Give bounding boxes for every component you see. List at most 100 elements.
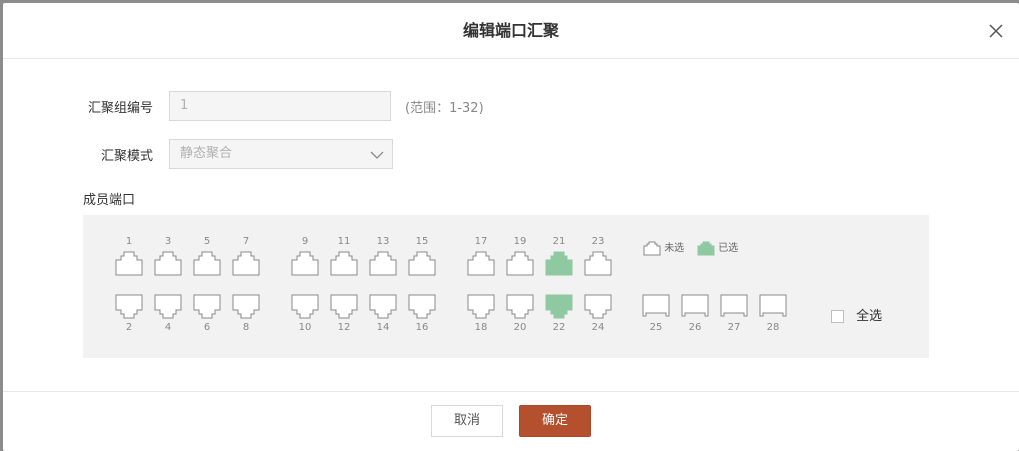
port-4[interactable]: 4: [146, 294, 190, 334]
ethernet-port-icon: [154, 294, 182, 319]
port-number: 4: [164, 322, 172, 333]
port-number: 3: [164, 236, 172, 247]
port-number: 14: [376, 322, 390, 333]
port-11[interactable]: 11: [322, 236, 366, 276]
ethernet-port-icon: [115, 294, 143, 319]
chevron-down-icon: [370, 151, 384, 159]
confirm-button[interactable]: 确定: [519, 405, 591, 437]
port-15[interactable]: 15: [400, 236, 444, 276]
ethernet-port-icon: [506, 294, 534, 319]
port-28[interactable]: 28: [751, 294, 795, 334]
select-all-checkbox[interactable]: 全选: [831, 305, 882, 324]
port-number: 22: [552, 322, 566, 333]
port-number: 11: [337, 236, 351, 247]
mode-select[interactable]: 静态聚合: [169, 139, 393, 169]
port-8[interactable]: 8: [224, 294, 268, 334]
port-27[interactable]: 27: [712, 294, 756, 334]
port-22[interactable]: 22: [537, 294, 581, 334]
ethernet-port-icon: [545, 294, 573, 319]
port-2[interactable]: 2: [107, 294, 151, 334]
port-number: 13: [376, 236, 390, 247]
port-25[interactable]: 25: [634, 294, 678, 334]
checkbox-icon[interactable]: [831, 310, 844, 323]
ethernet-port-icon: [408, 251, 436, 276]
ethernet-port-icon: [291, 251, 319, 276]
port-26[interactable]: 26: [673, 294, 717, 334]
edit-aggregation-dialog: 编辑端口汇聚 汇聚组编号 1 (范围：1-32) 汇聚模式 静态聚合 成员端口 …: [3, 3, 1019, 451]
legend-selected: 已选: [697, 239, 738, 256]
ethernet-port-icon: [545, 251, 573, 276]
ethernet-port-icon: [369, 294, 397, 319]
port-12[interactable]: 12: [322, 294, 366, 334]
legend-unselected-label: 未选: [664, 243, 685, 254]
group-number-input[interactable]: 1: [169, 91, 391, 121]
port-5[interactable]: 5: [185, 236, 229, 276]
port-19[interactable]: 19: [498, 236, 542, 276]
port-number: 7: [242, 236, 250, 247]
ethernet-port-icon: [232, 251, 260, 276]
port-21[interactable]: 21: [537, 236, 581, 276]
select-all-label: 全选: [856, 309, 883, 324]
port-14[interactable]: 14: [361, 294, 405, 334]
port-16[interactable]: 16: [400, 294, 444, 334]
ethernet-port-icon: [642, 294, 670, 317]
port-number: 25: [649, 322, 663, 333]
port-number: 19: [513, 236, 527, 247]
ethernet-port-icon: [720, 294, 748, 317]
port-number: 8: [242, 322, 250, 333]
port-24[interactable]: 24: [576, 294, 620, 334]
ethernet-port-icon: [467, 294, 495, 319]
port-number: 16: [415, 322, 429, 333]
port-20[interactable]: 20: [498, 294, 542, 334]
port-number: 2: [125, 322, 133, 333]
ethernet-port-icon: [584, 294, 612, 319]
port-number: 9: [301, 236, 309, 247]
ethernet-port-icon: [193, 294, 221, 319]
port-6[interactable]: 6: [185, 294, 229, 334]
mode-selected-value: 静态聚合: [180, 146, 233, 161]
port-10[interactable]: 10: [283, 294, 327, 334]
port-number: 18: [474, 322, 488, 333]
port-number: 23: [591, 236, 605, 247]
close-icon[interactable]: [986, 21, 1006, 41]
port-18[interactable]: 18: [459, 294, 503, 334]
ethernet-port-icon: [584, 251, 612, 276]
ethernet-port-icon: [115, 251, 143, 276]
port-number: 10: [298, 322, 312, 333]
ethernet-port-icon: [759, 294, 787, 317]
port-number: 26: [688, 322, 702, 333]
legend-unselected: 未选: [643, 239, 684, 256]
ethernet-port-icon: [408, 294, 436, 319]
port-23[interactable]: 23: [576, 236, 620, 276]
member-ports-label: 成员端口: [83, 193, 136, 208]
port-number: 20: [513, 322, 527, 333]
dialog-header: 编辑端口汇聚: [3, 3, 1019, 59]
port-9[interactable]: 9: [283, 236, 327, 276]
port-number: 1: [125, 236, 133, 247]
port-number: 15: [415, 236, 429, 247]
footer-divider: [3, 391, 1019, 392]
port-13[interactable]: 13: [361, 236, 405, 276]
ethernet-port-icon: [193, 251, 221, 276]
port-number: 24: [591, 322, 605, 333]
legend-selected-label: 已选: [718, 243, 739, 254]
mode-label: 汇聚模式: [100, 149, 153, 164]
group-number-label: 汇聚组编号: [87, 101, 153, 116]
ethernet-port-icon: [467, 251, 495, 276]
ethernet-port-icon: [330, 251, 358, 276]
port-1[interactable]: 1: [107, 236, 151, 276]
ethernet-port-icon: [291, 294, 319, 319]
ethernet-port-icon: [681, 294, 709, 317]
dialog-title: 编辑端口汇聚: [462, 21, 559, 40]
cancel-button[interactable]: 取消: [431, 405, 503, 437]
port-3[interactable]: 3: [146, 236, 190, 276]
ethernet-port-icon: [369, 251, 397, 276]
port-7[interactable]: 7: [224, 236, 268, 276]
ethernet-port-icon: [330, 294, 358, 319]
port-17[interactable]: 17: [459, 236, 503, 276]
port-number: 28: [766, 322, 780, 333]
range-hint: (范围：1-32): [405, 101, 484, 116]
ethernet-port-icon: [154, 251, 182, 276]
port-number: 21: [552, 236, 566, 247]
port-number: 5: [203, 236, 211, 247]
